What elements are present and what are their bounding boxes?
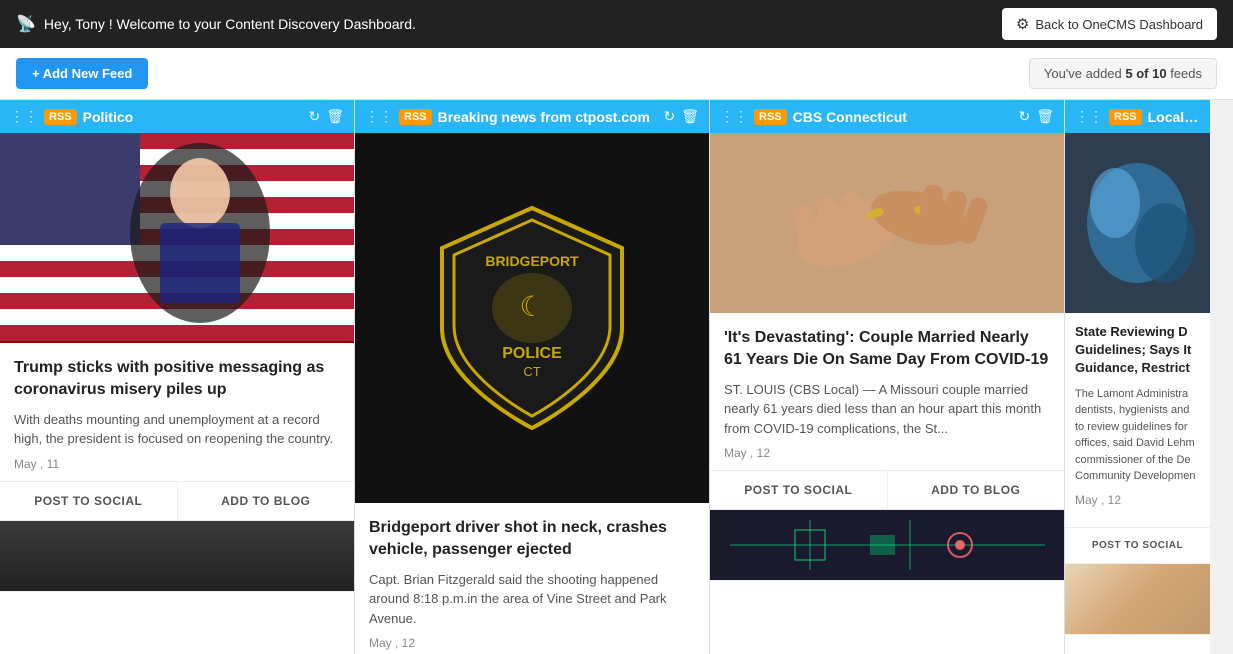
- feed-title-ctpost: Breaking news from ctpost.com: [438, 109, 658, 125]
- article-card-nbc-1: State Reviewing D Guidelines; Says It Gu…: [1065, 133, 1210, 564]
- article-title-bridgeport: Bridgeport driver shot in neck, crashes …: [369, 517, 695, 562]
- article-snippet-bridgeport: Capt. Brian Fitzgerald said the shooting…: [369, 570, 695, 629]
- feed-counter: You've added 5 of 10 feeds: [1029, 58, 1217, 89]
- nbc-svg: [1065, 133, 1210, 313]
- circuit-svg: [710, 510, 1064, 580]
- article-actions-cbs-1: POST TO SOCIAL ADD TO BLOG: [710, 470, 1064, 509]
- hands-svg: [710, 133, 1064, 313]
- add-feed-button[interactable]: + Add New Feed: [16, 58, 148, 89]
- back-btn-label: Back to OneCMS Dashboard: [1035, 17, 1203, 32]
- article-date: May , 11: [14, 457, 340, 471]
- post-to-social-button-cbs[interactable]: POST TO SOCIAL: [710, 471, 888, 509]
- feed-header-cbs: ⋮⋮ RSS CBS Connecticut ↻ 🗑: [710, 100, 1064, 133]
- feed-actions-ctpost: ↻ 🗑: [663, 108, 699, 125]
- rss-badge-cbs: RSS: [754, 109, 787, 125]
- drag-handle-nbc[interactable]: ⋮⋮: [1075, 108, 1103, 125]
- article-card: [0, 521, 354, 592]
- article-image-nbc: [1065, 133, 1210, 313]
- drag-handle-ctpost[interactable]: ⋮⋮: [365, 108, 393, 125]
- toolbar: + Add New Feed You've added 5 of 10 feed…: [0, 48, 1233, 100]
- badge-svg: BRIDGEPORT ☾ POLICE CT: [432, 198, 632, 438]
- article-date-bridgeport: May , 12: [369, 636, 695, 650]
- article-card-nbc-2: [1065, 564, 1210, 635]
- cms-icon: ⚙: [1016, 15, 1029, 33]
- feed-column-ctpost: ⋮⋮ RSS Breaking news from ctpost.com ↻ 🗑: [355, 100, 710, 654]
- add-to-blog-button[interactable]: ADD TO BLOG: [178, 482, 355, 520]
- feed-counter-count: 5 of 10: [1125, 66, 1166, 81]
- article-date-nbc-1: May , 12: [1075, 493, 1200, 507]
- article-title: Trump sticks with positive messaging as …: [14, 357, 340, 402]
- feed-content-nbc: State Reviewing D Guidelines; Says It Gu…: [1065, 133, 1210, 654]
- article-body-cbs-1: 'It's Devastating': Couple Married Nearl…: [710, 313, 1064, 460]
- article-snippet-nbc-1: The Lamont Administra dentists, hygienis…: [1075, 386, 1200, 485]
- add-to-blog-button-cbs[interactable]: ADD TO BLOG: [888, 471, 1065, 509]
- feed-content-cbs: 'It's Devastating': Couple Married Nearl…: [710, 133, 1064, 654]
- article-card: Trump sticks with positive messaging as …: [0, 133, 354, 521]
- delete-icon-cbs[interactable]: 🗑: [1036, 108, 1054, 125]
- feed-header-ctpost: ⋮⋮ RSS Breaking news from ctpost.com ↻ 🗑: [355, 100, 709, 133]
- rss-badge-nbc: RSS: [1109, 109, 1142, 125]
- article-actions-nbc-1: POST TO SOCIAL: [1065, 527, 1210, 563]
- welcome-text: Hey, Tony ! Welcome to your Content Disc…: [44, 16, 416, 32]
- svg-text:POLICE: POLICE: [502, 345, 562, 362]
- feed-counter-prefix: You've added: [1044, 66, 1126, 81]
- feed-column-nbc: ⋮⋮ RSS Local – NBC Co State Reviewing D …: [1065, 100, 1210, 654]
- feed-actions-politico: ↻ 🗑: [308, 108, 344, 125]
- feed-title-politico: Politico: [83, 109, 303, 125]
- article-date-cbs-1: May , 12: [724, 446, 1050, 460]
- article-image-2: [0, 521, 354, 591]
- welcome-section: 📡 Hey, Tony ! Welcome to your Content Di…: [16, 14, 416, 34]
- article-title-cbs-1: 'It's Devastating': Couple Married Nearl…: [724, 327, 1050, 372]
- drag-handle-politico[interactable]: ⋮⋮: [10, 108, 38, 125]
- svg-text:CT: CT: [523, 364, 540, 379]
- article-image-circuit: [710, 510, 1064, 580]
- rss-badge-politico: RSS: [44, 109, 77, 125]
- feeds-container: ⋮⋮ RSS Politico ↻ 🗑: [0, 100, 1233, 654]
- rss-icon-top: 📡: [16, 14, 36, 34]
- feed-header-nbc: ⋮⋮ RSS Local – NBC Co: [1065, 100, 1210, 133]
- post-to-social-button-nbc[interactable]: POST TO SOCIAL: [1065, 528, 1210, 563]
- add-feed-label: + Add New Feed: [32, 66, 132, 81]
- back-to-cms-button[interactable]: ⚙ Back to OneCMS Dashboard: [1002, 8, 1217, 40]
- feed-content-politico: Trump sticks with positive messaging as …: [0, 133, 354, 654]
- delete-icon-politico[interactable]: 🗑: [326, 108, 344, 125]
- feed-title-cbs: CBS Connecticut: [793, 109, 1013, 125]
- article-snippet-cbs-1: ST. LOUIS (CBS Local) — A Missouri coupl…: [724, 380, 1050, 439]
- article-body-bridgeport: Bridgeport driver shot in neck, crashes …: [355, 503, 709, 650]
- feed-column-politico: ⋮⋮ RSS Politico ↻ 🗑: [0, 100, 355, 654]
- article-body-nbc-1: State Reviewing D Guidelines; Says It Gu…: [1065, 313, 1210, 527]
- article-card: BRIDGEPORT ☾ POLICE CT Bridgeport driver…: [355, 133, 709, 654]
- article-snippet: With deaths mounting and unemployment at…: [14, 410, 340, 449]
- svg-text:BRIDGEPORT: BRIDGEPORT: [485, 253, 579, 269]
- feed-title-nbc: Local – NBC Co: [1148, 109, 1200, 125]
- feed-counter-suffix: feeds: [1167, 66, 1202, 81]
- top-bar: 📡 Hey, Tony ! Welcome to your Content Di…: [0, 0, 1233, 48]
- feed-column-cbs: ⋮⋮ RSS CBS Connecticut ↻ 🗑: [710, 100, 1065, 654]
- article-title-nbc-1: State Reviewing D Guidelines; Says It Gu…: [1075, 323, 1200, 378]
- feed-content-ctpost: BRIDGEPORT ☾ POLICE CT Bridgeport driver…: [355, 133, 709, 654]
- feed-actions-cbs: ↻ 🗑: [1018, 108, 1054, 125]
- delete-icon-ctpost[interactable]: 🗑: [681, 108, 699, 125]
- refresh-icon-politico[interactable]: ↻: [308, 108, 320, 125]
- refresh-icon-ctpost[interactable]: ↻: [663, 108, 675, 125]
- article-body: Trump sticks with positive messaging as …: [0, 343, 354, 471]
- svg-text:☾: ☾: [519, 291, 544, 322]
- feed-header-politico: ⋮⋮ RSS Politico ↻ 🗑: [0, 100, 354, 133]
- post-to-social-button[interactable]: POST TO SOCIAL: [0, 482, 178, 520]
- article-card-cbs-1: 'It's Devastating': Couple Married Nearl…: [710, 133, 1064, 510]
- trump-svg: [0, 133, 354, 343]
- article-image-nbc-2: [1065, 564, 1210, 634]
- rss-badge-ctpost: RSS: [399, 109, 432, 125]
- article-image-hands: [710, 133, 1064, 313]
- article-card-cbs-2: [710, 510, 1064, 581]
- article-image: [0, 133, 354, 343]
- article-image-bridgeport: BRIDGEPORT ☾ POLICE CT: [355, 133, 709, 503]
- refresh-icon-cbs[interactable]: ↻: [1018, 108, 1030, 125]
- article-actions: POST TO SOCIAL ADD TO BLOG: [0, 481, 354, 520]
- drag-handle-cbs[interactable]: ⋮⋮: [720, 108, 748, 125]
